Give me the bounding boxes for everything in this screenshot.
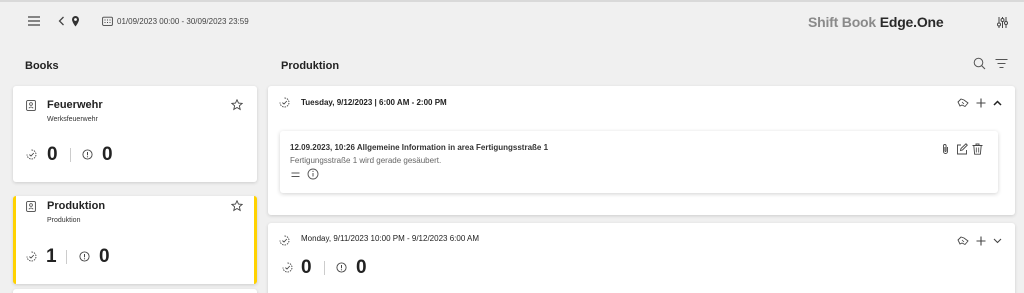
info-circle-icon[interactable]: [307, 168, 319, 180]
equals-icon: [291, 171, 300, 178]
favorite-star-icon[interactable]: [231, 99, 243, 111]
attachment-icon[interactable]: [942, 143, 949, 155]
entry-title: 12.09.2023, 10:26 Allgemeine Information…: [290, 143, 549, 152]
count-separator: [70, 148, 71, 162]
info-circle-icon: [79, 251, 90, 262]
done-count: 0: [47, 144, 58, 165]
book-subtitle: Produktion: [47, 217, 81, 224]
edit-icon[interactable]: [956, 143, 968, 155]
brand-bold-text: Edge.One: [879, 14, 944, 30]
shift-status-icon: [279, 97, 290, 108]
done-count: 1: [46, 246, 57, 267]
handover-icon[interactable]: [957, 235, 969, 246]
book-title: Feuerwehr: [47, 99, 103, 111]
add-entry-icon[interactable]: [976, 98, 986, 108]
add-entry-icon[interactable]: [976, 236, 986, 246]
book-icon: [26, 100, 36, 111]
shift-title: Monday, 9/11/2023 10:00 PM - 9/12/2023 6…: [301, 234, 480, 243]
expand-chevron-down-icon[interactable]: [993, 238, 1002, 244]
collapse-chevron-up-icon[interactable]: [993, 100, 1002, 106]
handover-icon[interactable]: [957, 97, 969, 108]
info-count: 0: [356, 257, 367, 278]
info-count: 0: [102, 144, 113, 165]
date-range-text: 01/09/2023 00:00 - 30/09/2023 23:59: [117, 16, 249, 26]
menu-icon[interactable]: [26, 13, 42, 29]
book-icon: [26, 201, 36, 212]
book-card-feuerwehr[interactable]: Feuerwehr Werksfeuerwehr 0 0: [13, 86, 257, 182]
shift-title: Tuesday, 9/12/2023 | 6:00 AM - 2:00 PM: [301, 98, 447, 107]
settings-sliders-icon[interactable]: [994, 14, 1010, 30]
books-heading: Books: [25, 60, 59, 72]
info-count: 0: [99, 246, 110, 267]
count-separator: [66, 250, 67, 264]
done-check-icon: [282, 262, 293, 273]
shift-card-monday: Monday, 9/11/2023 10:00 PM - 9/12/2023 6…: [268, 223, 1015, 293]
done-count: 0: [301, 257, 312, 278]
top-bar: 01/09/2023 00:00 - 30/09/2023 23:59 Shif…: [0, 0, 1024, 40]
done-check-icon: [26, 251, 37, 262]
calendar-icon: [102, 16, 113, 26]
count-separator: [324, 261, 325, 275]
filter-icon[interactable]: [995, 58, 1008, 69]
done-check-icon: [26, 149, 37, 160]
book-title: Produktion: [47, 200, 106, 212]
book-card-produktion[interactable]: Produktion Produktion 1 0: [13, 196, 257, 284]
info-circle-icon: [82, 149, 93, 160]
book-card-partial[interactable]: [13, 289, 257, 293]
date-range-picker[interactable]: 01/09/2023 00:00 - 30/09/2023 23:59: [102, 16, 249, 26]
delete-trash-icon[interactable]: [972, 143, 983, 155]
main-title: Produktion: [281, 60, 340, 72]
info-circle-icon: [336, 262, 347, 273]
shift-card-tuesday: Tuesday, 9/12/2023 | 6:00 AM - 2:00 PM 1…: [268, 86, 1015, 215]
shift-status-icon: [279, 235, 290, 246]
location-pin-icon[interactable]: [69, 13, 81, 28]
entry-card[interactable]: 12.09.2023, 10:26 Allgemeine Information…: [280, 131, 998, 193]
brand-logo: Shift Book Edge.One: [808, 14, 944, 30]
favorite-star-icon[interactable]: [231, 200, 243, 212]
entry-body: Fertigungsstraße 1 wird gerade gesäubert…: [290, 156, 442, 165]
book-subtitle: Werksfeuerwehr: [47, 116, 98, 123]
back-chevron-icon[interactable]: [56, 14, 66, 28]
brand-light-text: Shift Book: [808, 14, 876, 30]
search-icon[interactable]: [973, 57, 986, 70]
